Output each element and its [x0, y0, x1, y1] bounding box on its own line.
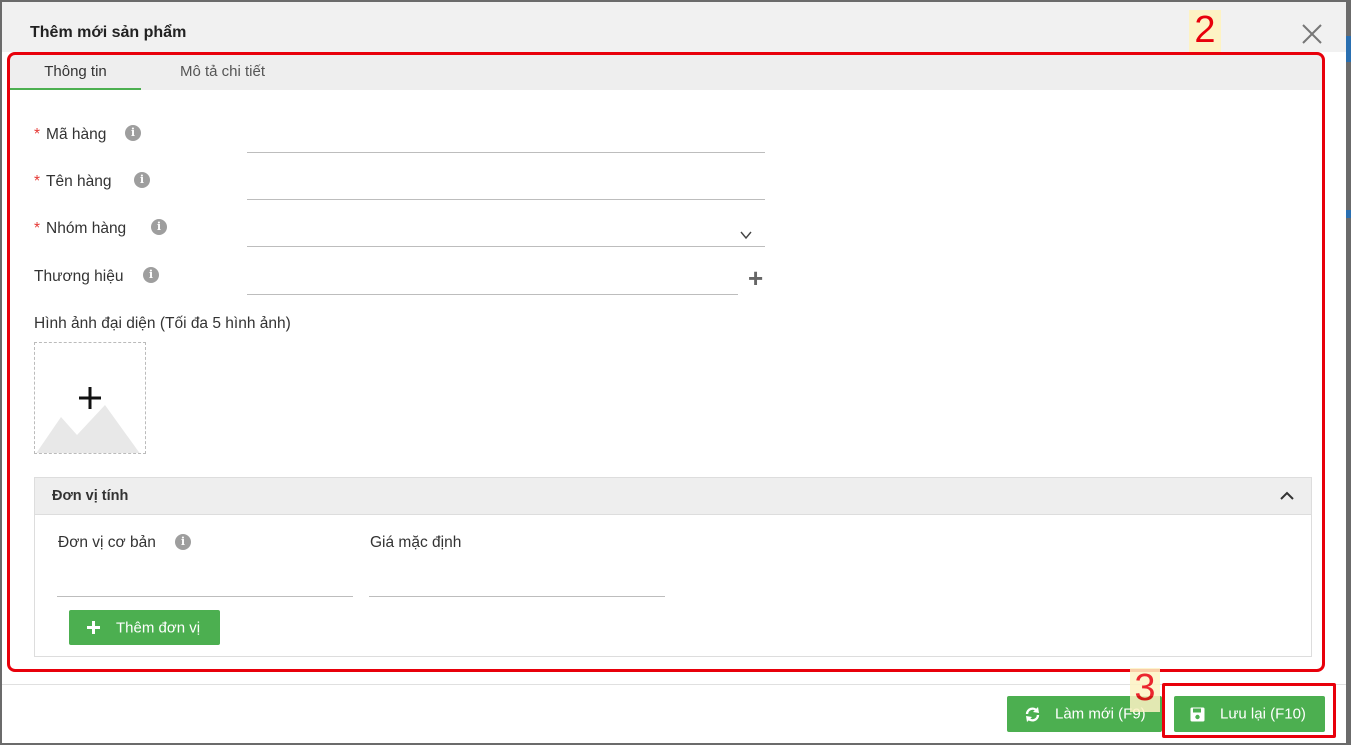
- thuong-hieu-label: Thương hiệu: [34, 268, 124, 285]
- save-icon: [1190, 707, 1205, 722]
- add-unit-button[interactable]: Thêm đơn vị: [69, 610, 220, 645]
- add-unit-label: Thêm đơn vị: [116, 619, 201, 636]
- image-label: Hình ảnh đại diện (Tối đa 5 hình ảnh): [34, 315, 291, 332]
- dialog-header: Thêm mới sản phẩm: [2, 2, 1346, 52]
- nhom-hang-label: * Nhóm hàng: [34, 220, 127, 237]
- tab-bar: Thông tin Mô tả chi tiết: [10, 54, 1322, 90]
- ten-hang-input[interactable]: [247, 176, 765, 200]
- chevron-down-icon: [740, 231, 752, 240]
- image-upload-box[interactable]: [34, 342, 146, 454]
- required-mark: *: [34, 173, 41, 190]
- dialog-title: Thêm mới sản phẩm: [30, 24, 187, 41]
- tab-thong-tin[interactable]: Thông tin: [10, 54, 141, 90]
- ten-hang-label: * Tên hàng: [34, 173, 112, 190]
- required-mark: *: [34, 220, 41, 237]
- chevron-up-icon[interactable]: [1279, 489, 1295, 503]
- info-icon[interactable]: i: [143, 267, 159, 283]
- tab-mo-ta-chi-tiet[interactable]: Mô tả chi tiết: [155, 54, 290, 90]
- thuong-hieu-input[interactable]: [247, 271, 738, 295]
- add-product-dialog: Thêm mới sản phẩm Thông tin Mô tả chi ti…: [2, 2, 1346, 743]
- info-icon[interactable]: i: [151, 219, 167, 235]
- required-mark: *: [34, 126, 41, 143]
- ma-hang-input[interactable]: [247, 129, 765, 153]
- annotation-number-3: 3: [1130, 668, 1160, 712]
- base-unit-label: Đơn vị cơ bản: [58, 534, 156, 551]
- save-label: Lưu lại (F10): [1220, 705, 1306, 723]
- save-button[interactable]: Lưu lại (F10): [1174, 696, 1325, 732]
- info-icon[interactable]: i: [175, 534, 191, 550]
- add-brand-icon[interactable]: +: [748, 265, 763, 291]
- ma-hang-label: * Mã hàng: [34, 126, 107, 143]
- annotation-number-2: 2: [1189, 10, 1221, 52]
- unit-panel-title: Đơn vị tính: [52, 488, 129, 504]
- info-icon[interactable]: i: [125, 125, 141, 141]
- refresh-icon: [1025, 707, 1040, 722]
- image-placeholder-icon: [36, 387, 140, 453]
- plus-icon: [87, 621, 100, 634]
- close-icon[interactable]: [1300, 22, 1324, 46]
- base-unit-input[interactable]: [57, 573, 353, 597]
- default-price-label: Giá mặc định: [370, 534, 462, 551]
- nhom-hang-select[interactable]: [247, 223, 765, 247]
- info-icon[interactable]: i: [134, 172, 150, 188]
- unit-panel-header[interactable]: Đơn vị tính: [35, 478, 1311, 515]
- unit-panel: Đơn vị tính Đơn vị cơ bản i Giá mặc định…: [34, 477, 1312, 657]
- default-price-input[interactable]: [369, 573, 665, 597]
